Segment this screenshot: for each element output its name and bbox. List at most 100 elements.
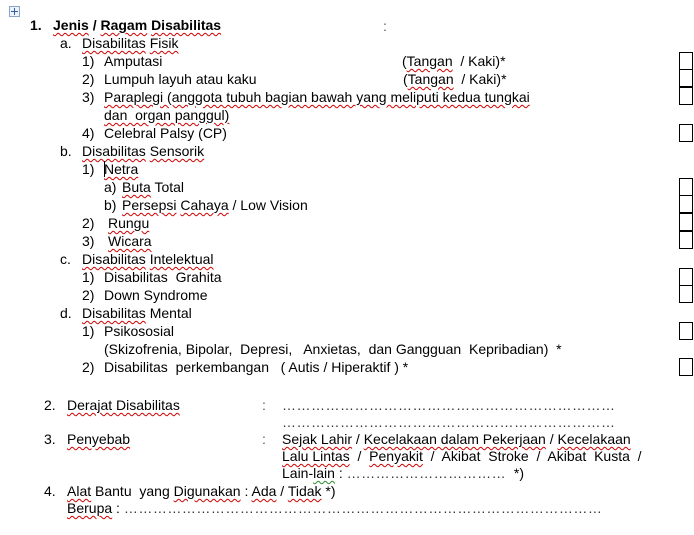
item-down-syndrome: Down Syndrome — [104, 287, 208, 303]
item-paraplegi-cont: dan organ panggul) — [104, 107, 230, 123]
title-word: Jenis — [53, 17, 89, 33]
item-lumpuh: Lumpuh layuh atau kaku — [104, 71, 257, 87]
item-num: 1) — [82, 53, 95, 69]
item-paraplegi: Paraplegi (anggota tubuh bagian bawah ya… — [104, 89, 530, 105]
item-num: 2) — [82, 71, 95, 87]
word: Disabilitas — [82, 35, 146, 51]
title-word: Disabilitas — [151, 17, 222, 33]
option: Kecelakaan dalam Pekerjaan — [363, 431, 546, 447]
item-amputasi-note: (Tangan / Kaki)* — [402, 52, 506, 70]
option: Sejak Lahir — [282, 431, 353, 447]
subsection-a-label: a. — [60, 35, 72, 51]
section-3-label: Penyebab — [67, 431, 131, 447]
subsection-d-title: Disabilitas Mental — [82, 304, 192, 322]
item-netra: Netra — [104, 161, 139, 177]
lain-lain-blank[interactable]: …………………………… — [347, 465, 507, 481]
penyebab-line-2: Lalu Lintas / Penyakit / Akibat Stroke /… — [282, 447, 642, 465]
title-sep: / — [88, 17, 101, 33]
berupa-label: Berupa — [67, 500, 113, 516]
section-1-title: Jenis / Ragam Disabilitas — [53, 16, 221, 34]
checkbox-paraplegi[interactable] — [679, 87, 693, 105]
subitem-num: b) — [104, 197, 117, 213]
option: Penyakit — [369, 448, 423, 464]
item-psikososial: Psikososial — [104, 323, 175, 339]
text-cursor — [104, 161, 105, 177]
penyebab-line-3: Lain-lain : …………………………… *) — [282, 464, 524, 482]
word: Alat — [67, 483, 92, 499]
checkbox-grahita[interactable] — [679, 268, 693, 286]
table-move-handle-icon[interactable] — [9, 6, 20, 17]
word: Fisik — [149, 35, 179, 51]
sep: / — [276, 483, 288, 499]
item-perkembangan: Disabilitas perkembangan ( Autis / Hiper… — [104, 359, 409, 375]
berupa-blank[interactable]: ……………………………………………………………………………………… — [124, 500, 603, 516]
word: Tangan — [407, 71, 454, 87]
colon: : — [112, 500, 124, 516]
word: Sensorik — [149, 143, 205, 159]
item-num: 3) — [82, 89, 95, 105]
sep: / — [545, 431, 558, 447]
word: / Low Vision — [228, 197, 308, 213]
subsection-b-label: b. — [60, 143, 72, 159]
word: Disabilitas — [82, 143, 146, 159]
colon: : — [240, 483, 252, 499]
subitem-low-vision: Persepsi Cahaya / Low Vision — [122, 196, 308, 214]
checkbox-buta-total[interactable] — [679, 178, 693, 196]
checkbox-psikososial[interactable] — [679, 322, 693, 340]
word: Persepsi — [122, 197, 177, 213]
word: Digunakan — [173, 483, 241, 499]
checkbox-celebral-palsy[interactable] — [679, 124, 693, 142]
subitem-num: a) — [104, 179, 117, 195]
item-grahita: Disabilitas Grahita — [104, 269, 222, 285]
section-1-colon: : — [383, 18, 387, 34]
derajat-blank-1[interactable]: …………………………………………………………… — [282, 396, 616, 414]
checkbox-low-vision[interactable] — [679, 195, 693, 213]
option: / Akibat Stroke / Akibat Kusta / — [422, 448, 642, 464]
item-num: 2) — [82, 215, 95, 231]
colon: : — [334, 465, 347, 481]
subsection-d-label: d. — [60, 305, 72, 321]
word: Total — [150, 179, 185, 195]
word: Tangan — [406, 53, 453, 69]
derajat-blank-2[interactable]: …………………………………………………………… — [282, 413, 616, 431]
item-num: 3) — [82, 233, 95, 249]
subsection-c-label: c. — [60, 251, 71, 267]
option-ada: Ada — [251, 483, 277, 499]
item-wicara: Wicara — [108, 233, 152, 249]
word: Intelektual — [149, 251, 214, 267]
word: Cahaya — [180, 197, 229, 213]
checkbox-amputasi[interactable] — [679, 52, 693, 70]
word: Mental — [149, 305, 192, 321]
option-tidak: Tidak — [287, 483, 322, 499]
section-4-number: 4. — [44, 483, 56, 499]
item-amputasi: Amputasi — [104, 53, 163, 69]
word: lain — [313, 465, 335, 481]
footnote-mark: *) — [321, 483, 336, 499]
section-2-number: 2. — [44, 397, 56, 413]
subsection-c-title: Disabilitas Intelektual — [82, 250, 214, 268]
word: Bantu yang — [91, 483, 174, 499]
item-celebral-palsy: Celebral Palsy (CP) — [104, 125, 227, 141]
section-3-colon: : — [262, 431, 266, 447]
checkbox-wicara[interactable] — [679, 231, 693, 249]
subsection-a-title: Disabilitas Fisik — [82, 34, 178, 52]
checkbox-perkembangan[interactable] — [679, 358, 693, 376]
subsection-b-title: Disabilitas Sensorik — [82, 142, 204, 160]
sep: / — [349, 448, 370, 464]
subitem-buta-total: Buta Total — [122, 178, 184, 196]
item-psikososial-detail: (Skizofrenia, Bipolar, Depresi, Anxietas… — [104, 341, 562, 357]
checkbox-down-syndrome[interactable] — [679, 285, 693, 303]
section-3-number: 3. — [44, 431, 56, 447]
checkbox-rungu[interactable] — [679, 213, 693, 231]
footnote-mark: *) — [506, 465, 524, 481]
item-num: 2) — [82, 359, 95, 375]
option: Lalu Lintas — [282, 448, 350, 464]
sep: / — [352, 431, 364, 447]
checkbox-lumpuh[interactable] — [679, 69, 693, 87]
berupa-line: Berupa : …………………………………………………………………………………… — [67, 499, 602, 517]
section-4-label: Alat Bantu yang Digunakan : Ada / Tidak … — [67, 482, 336, 500]
penyebab-line-1: Sejak Lahir / Kecelakaan dalam Pekerjaan… — [282, 430, 631, 448]
item-num: 2) — [82, 287, 95, 303]
word: Buta — [122, 179, 151, 195]
section-2-label: Derajat Disabilitas — [67, 397, 180, 413]
